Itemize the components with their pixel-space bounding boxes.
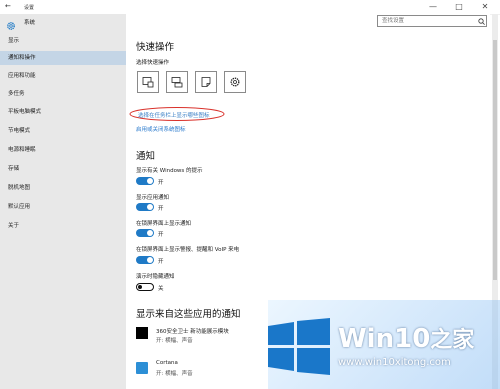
toggle-state-app-notifications: 开 <box>158 206 164 212</box>
quick-actions-subheading: 选择快速操作 <box>136 60 170 66</box>
sidebar-item-battery-saver[interactable]: 节电模式 <box>0 124 126 138</box>
quick-action-tablet-mode-button[interactable] <box>137 71 159 93</box>
app-notifications-heading: 显示来自这些应用的通知 <box>136 309 241 320</box>
app-entry-cortana[interactable] <box>136 360 154 378</box>
app-status-cortana: 开: 横幅、声音 <box>156 371 193 377</box>
toggle-state-hide-when-presenting: 关 <box>158 286 164 292</box>
minimize-button[interactable]: — <box>420 0 446 14</box>
windows-logo-icon <box>268 318 330 375</box>
app-name-cortana: Cortana <box>156 360 178 366</box>
watermark-url: www.win10xitong.com <box>338 357 451 368</box>
toggle-state-windows-tips: 开 <box>158 180 164 186</box>
sidebar-item-tablet-mode[interactable]: 平板电脑模式 <box>0 105 126 119</box>
sidebar-item-offline-maps[interactable]: 脱机地图 <box>0 181 126 195</box>
search-box[interactable] <box>377 15 487 27</box>
sidebar-item-notifications[interactable]: 通知和操作 <box>0 51 126 65</box>
system-icons-link[interactable]: 启用或关闭系统图标 <box>136 125 186 133</box>
app-status-360: 开: 横幅、声音 <box>156 338 193 344</box>
toggle-lockscreen-alarms[interactable] <box>136 256 154 264</box>
sidebar-item-storage[interactable]: 存储 <box>0 162 126 176</box>
toggle-app-notifications[interactable] <box>136 203 154 211</box>
toggle-lockscreen-notifications[interactable] <box>136 229 154 237</box>
app-360-icon <box>136 327 148 339</box>
toggle-windows-tips[interactable] <box>136 177 154 185</box>
quick-actions-heading: 快速操作 <box>136 42 175 53</box>
sidebar-item-multitasking[interactable]: 多任务 <box>0 87 126 101</box>
search-icon[interactable] <box>478 18 485 25</box>
quick-action-settings-button[interactable] <box>224 71 246 93</box>
app-entry-360[interactable] <box>136 326 154 344</box>
notifications-heading: 通知 <box>136 151 156 162</box>
sidebar: 系统 显示 通知和操作 应用和功能 多任务 平板电脑模式 节电模式 电源和睡眠 … <box>0 14 126 389</box>
close-button[interactable]: ✕ <box>472 0 498 14</box>
connect-display-icon <box>171 77 183 88</box>
app-name-360: 360安全卫士 新功能展示模块 <box>156 329 229 335</box>
back-arrow-icon[interactable]: ← <box>5 2 11 10</box>
sidebar-item-default-apps[interactable]: 默认应用 <box>0 200 126 214</box>
title-bar: ← 设置 — □ ✕ <box>0 0 500 15</box>
sidebar-item-display[interactable]: 显示 <box>0 34 126 48</box>
quick-action-connect-button[interactable] <box>166 71 188 93</box>
setting-label-lockscreen-alarms: 在锁屏界面上显示警报、提醒和 VoIP 来电 <box>136 247 240 253</box>
window-title: 设置 <box>24 5 35 11</box>
maximize-button[interactable]: □ <box>446 0 472 14</box>
toggle-state-lockscreen-alarms: 开 <box>158 259 164 265</box>
scrollbar-thumb[interactable] <box>493 40 497 280</box>
watermark-brand-suffix: 之家 <box>430 328 475 353</box>
sidebar-item-power-sleep[interactable]: 电源和睡眠 <box>0 143 126 157</box>
cortana-icon <box>136 362 148 374</box>
watermark-brand-name: Win10 <box>338 324 431 354</box>
setting-label-app-notifications: 显示应用通知 <box>136 195 170 201</box>
setting-label-hide-when-presenting: 演示时隐藏通知 <box>136 274 175 280</box>
toggle-hide-when-presenting[interactable] <box>136 283 154 291</box>
taskbar-icons-link[interactable]: 选择在任务栏上显示哪些图标 <box>138 111 210 119</box>
quick-action-note-button[interactable] <box>195 71 217 93</box>
toggle-state-lockscreen-notifications: 开 <box>158 232 164 238</box>
note-icon <box>201 77 211 87</box>
gear-icon <box>6 16 16 30</box>
sidebar-item-apps[interactable]: 应用和功能 <box>0 69 126 83</box>
setting-label-windows-tips: 显示有关 Windows 的提示 <box>136 168 203 174</box>
search-input[interactable] <box>382 17 472 25</box>
watermark-brand: Win10之家 <box>338 322 474 354</box>
setting-label-lockscreen-notifications: 在锁屏界面上显示通知 <box>136 221 192 227</box>
settings-gear-icon <box>230 77 240 87</box>
tablet-mode-icon <box>142 77 154 88</box>
sidebar-item-about[interactable]: 关于 <box>0 219 126 233</box>
app-name: 系统 <box>24 20 36 26</box>
